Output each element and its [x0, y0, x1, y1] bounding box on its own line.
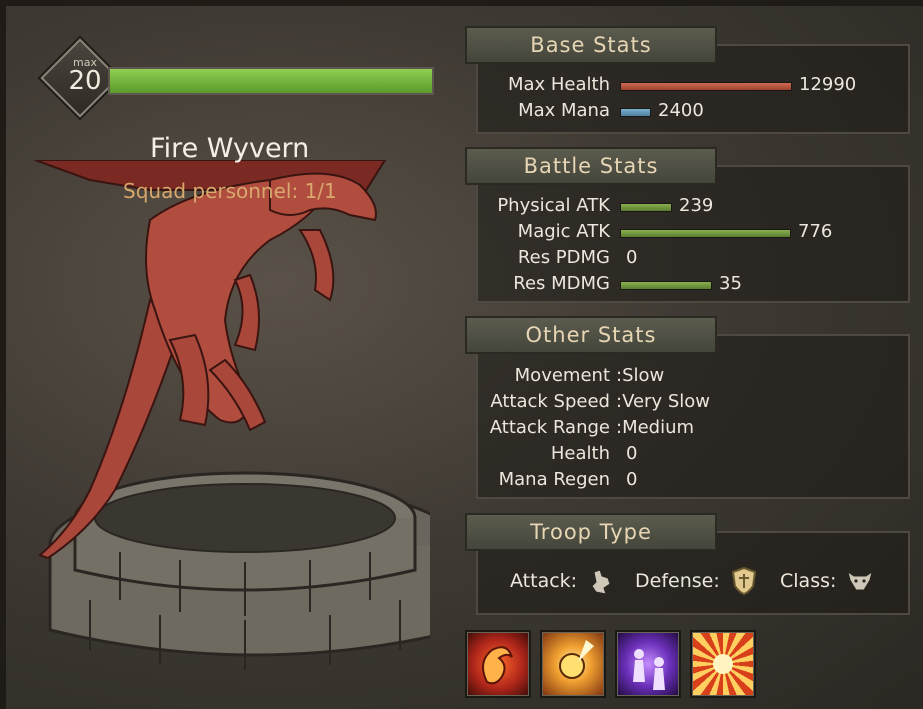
fire-dragon-skill-icon[interactable] [465, 630, 531, 698]
stat-label: Health [550, 443, 610, 464]
level-number: 20 [68, 66, 102, 96]
explosion-skill-icon[interactable] [540, 630, 606, 698]
troop-attack-label: Attack: [510, 570, 578, 592]
ranged-attack-icon[interactable] [588, 568, 612, 596]
unit-health-bar [108, 67, 434, 95]
squad-personnel: Squad personnel: 1/1 [123, 179, 337, 203]
stat-label: Max Mana [518, 100, 610, 121]
stat-value: 35 [719, 273, 742, 294]
other-stats-title: Other Stats [465, 316, 717, 354]
fire-wyvern-portrait [34, 160, 430, 670]
stat-label: Movement [514, 365, 610, 386]
purple-aura-skill-icon[interactable] [615, 630, 681, 698]
stat-label: Mana Regen [498, 469, 610, 490]
beast-head-icon[interactable] [846, 570, 874, 592]
unit-health-bar-fill [110, 69, 432, 93]
stat-value: 12990 [799, 74, 857, 95]
stat-label: Res MDMG [513, 273, 610, 294]
stat-label: Res PDMG [517, 247, 610, 268]
stat-value: 2400 [658, 100, 704, 121]
left-frame [0, 0, 6, 709]
unit-name: Fire Wyvern [150, 133, 310, 164]
troop-class-label: Class: [780, 570, 837, 592]
shield-icon[interactable] [731, 566, 757, 596]
stat-value: :Slow [616, 365, 665, 386]
stat-value: 776 [798, 221, 833, 242]
stat-label: Max Health [507, 74, 610, 95]
max-mana-bar [620, 108, 651, 117]
troop-type-title: Troop Type [465, 513, 717, 551]
res-mdmg-bar [620, 281, 712, 290]
top-frame [0, 0, 923, 6]
stat-value: 0 [626, 443, 638, 464]
magic-atk-bar [620, 229, 791, 238]
stat-label: Magic ATK [517, 221, 610, 242]
battle-stats-title: Battle Stats [465, 147, 717, 185]
stat-label: Physical ATK [497, 195, 610, 216]
sunburst-skill-icon[interactable] [690, 630, 756, 698]
stat-value: 0 [626, 469, 638, 490]
stat-value: 239 [679, 195, 714, 216]
base-stats-title: Base Stats [465, 26, 717, 64]
stat-label: Attack Range [489, 417, 610, 438]
stat-label: Attack Speed [490, 391, 610, 412]
stat-value: :Medium [616, 417, 695, 438]
stat-value: :Very Slow [616, 391, 710, 412]
stat-value: 0 [626, 247, 638, 268]
physical-atk-bar [620, 203, 672, 212]
max-health-bar [620, 82, 792, 91]
troop-defense-label: Defense: [635, 570, 720, 592]
